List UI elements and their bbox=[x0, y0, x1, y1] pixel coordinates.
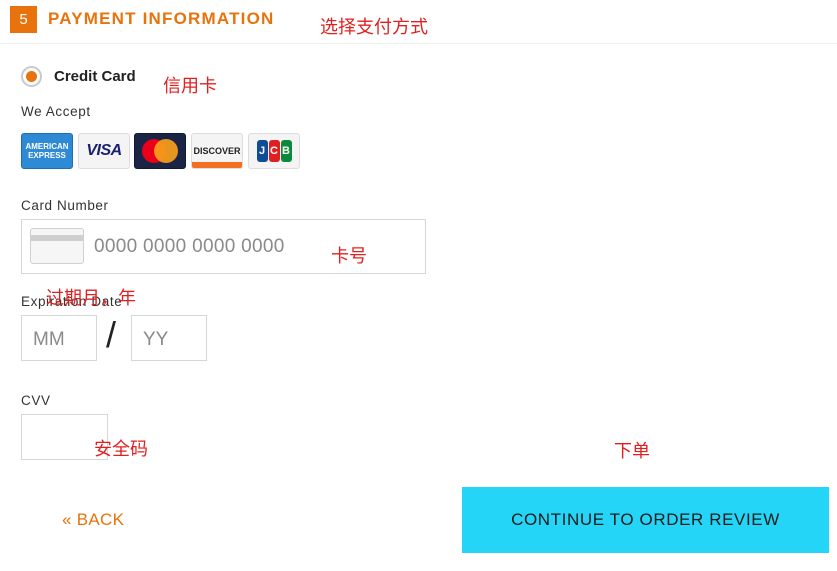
visa-logo-text: VISA bbox=[86, 142, 122, 159]
annotation-credit-card: 信用卡 bbox=[163, 76, 217, 97]
jcb-logo-icon: J C B bbox=[248, 133, 300, 169]
card-number-label: Card Number bbox=[21, 198, 109, 213]
jcb-logo-c: C bbox=[268, 140, 280, 162]
discover-logo-text: DISCOVER bbox=[193, 146, 241, 156]
date-separator: / bbox=[106, 314, 117, 355]
annotation-expiration: 过期月，年 bbox=[46, 288, 136, 309]
credit-card-icon bbox=[30, 228, 84, 264]
expiration-month-placeholder: MM bbox=[33, 329, 65, 350]
visa-logo-icon: VISA bbox=[78, 133, 130, 169]
jcb-logo-j: J bbox=[256, 140, 268, 162]
annotation-place-order: 下单 bbox=[614, 441, 650, 462]
step-number-badge: 5 bbox=[10, 6, 37, 33]
cvv-label: CVV bbox=[21, 393, 51, 408]
expiration-year-placeholder: YY bbox=[143, 329, 169, 350]
credit-card-radio[interactable] bbox=[21, 66, 42, 87]
header-divider bbox=[0, 43, 837, 44]
amex-logo-text-2: EXPRESS bbox=[28, 151, 66, 160]
annotation-payment-method: 选择支付方式 bbox=[320, 17, 428, 38]
credit-card-label[interactable]: Credit Card bbox=[54, 68, 136, 85]
section-title: PAYMENT INFORMATION bbox=[48, 9, 275, 28]
annotation-cvv: 安全码 bbox=[94, 439, 148, 460]
discover-logo-icon: DISCOVER bbox=[191, 133, 243, 169]
annotation-card-number: 卡号 bbox=[331, 246, 367, 267]
amex-logo-text-1: AMERICAN bbox=[25, 142, 69, 151]
radio-selected-dot bbox=[26, 71, 37, 82]
continue-to-order-review-button[interactable]: CONTINUE TO ORDER REVIEW bbox=[462, 487, 829, 553]
jcb-logo-b: B bbox=[280, 140, 292, 162]
amex-logo-icon: AMERICAN EXPRESS bbox=[21, 133, 73, 169]
we-accept-label: We Accept bbox=[21, 104, 91, 119]
mastercard-logo-icon bbox=[134, 133, 186, 169]
card-number-placeholder: 0000 0000 0000 0000 bbox=[94, 236, 285, 257]
back-link[interactable]: « BACK bbox=[62, 510, 124, 530]
